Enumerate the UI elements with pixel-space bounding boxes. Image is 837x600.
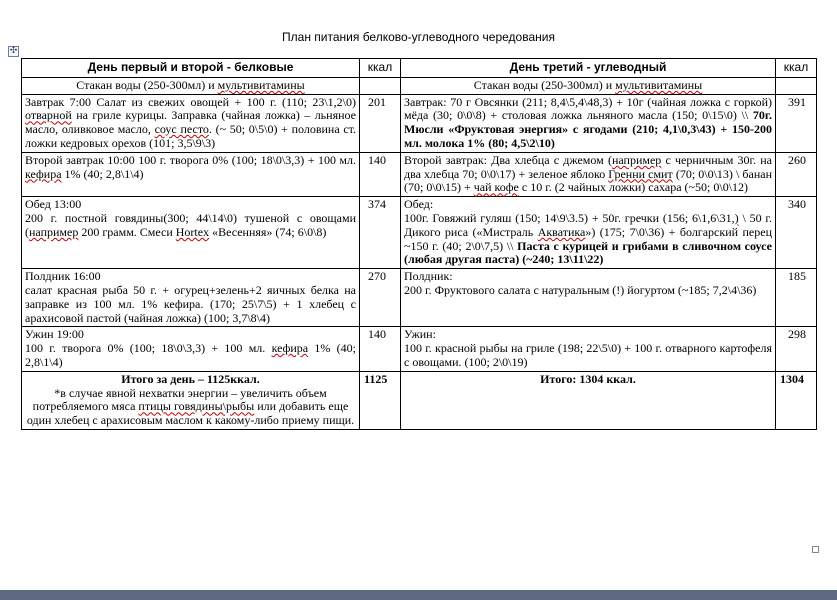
table-row: Ужин 19:00 100 г. творога 0% (100; 18\0\3… (21, 326, 817, 372)
table-row: Второй завтрак 10:00 100 г. творога 0% (… (21, 151, 817, 198)
totals-protein-kcal: 1125 (359, 370, 401, 430)
breakfast-carb: Завтрак: 70 г Овсянки (211; 8,4\5,4\48,3… (400, 93, 776, 153)
lunch-carb-kcal: 340 (775, 196, 817, 270)
water-cell-left: Стакан воды (250-300мл) и мультивитамины (21, 76, 360, 95)
lunch-protein-kcal: 374 (359, 196, 401, 270)
table-row: Обед 13:00 200 г. постной говядины(300; 4… (21, 196, 817, 270)
dinner-carb-kcal: 298 (775, 326, 817, 372)
second-breakfast-protein: Второй завтрак 10:00 100 г. творога 0% (… (21, 151, 360, 198)
snack-protein: Полдник 16:00 салат красная рыба 50 г. + … (21, 268, 360, 328)
snack-carb: Полдник: 200 г. Фруктового салата с натур… (400, 268, 776, 328)
snack-protein-kcal: 270 (359, 268, 401, 328)
water-kcal-right (775, 76, 817, 95)
breakfast-protein-kcal: 201 (359, 93, 401, 153)
table-row: Полдник 16:00 салат красная рыба 50 г. + … (21, 268, 817, 328)
header-kcal-left: ккал (359, 58, 401, 78)
dinner-carb: Ужин: 100 г. красной рыбы на гриле (198; … (400, 326, 776, 372)
water-row: Стакан воды (250-300мл) и мультивитамины… (21, 76, 817, 95)
second-breakfast-carb-kcal: 260 (775, 151, 817, 198)
water-cell-right: Стакан воды (250-300мл) и мультивитамины (400, 76, 776, 95)
table-row: Завтрак 7:00 Салат из свежих овощей + 10… (21, 93, 817, 153)
dinner-protein: Ужин 19:00 100 г. творога 0% (100; 18\0\3… (21, 326, 360, 372)
water-kcal-left (359, 76, 401, 95)
dinner-protein-kcal: 140 (359, 326, 401, 372)
header-kcal-right: ккал (775, 58, 817, 78)
second-breakfast-protein-kcal: 140 (359, 151, 401, 198)
totals-carb-kcal: 1304 (775, 370, 817, 430)
totals-row: Итого за день – 1125ккал. *в случае явной… (21, 370, 817, 430)
second-breakfast-carb: Второй завтрак: Два хлебца с джемом (нап… (400, 151, 776, 198)
meal-plan-table: День первый и второй - белковые ккал Ден… (21, 58, 817, 430)
table-resize-handle-icon[interactable] (812, 546, 819, 553)
snack-carb-kcal: 185 (775, 268, 817, 328)
table-header-row: День первый и второй - белковые ккал Ден… (21, 58, 817, 78)
page-title: План питания белково-углеводного чередов… (282, 30, 555, 44)
header-carb-day: День третий - углеводный (400, 58, 776, 78)
breakfast-protein: Завтрак 7:00 Салат из свежих овощей + 10… (21, 93, 360, 153)
lunch-carb: Обед: 100г. Говяжий гуляш (150; 14\9\3.5)… (400, 196, 776, 270)
totals-carb: Итого: 1304 ккал. (400, 370, 776, 430)
header-protein-days: День первый и второй - белковые (21, 58, 360, 78)
table-move-handle-icon[interactable]: ✣ (8, 46, 19, 57)
lunch-protein: Обед 13:00 200 г. постной говядины(300; 4… (21, 196, 360, 270)
totals-protein: Итого за день – 1125ккал. *в случае явной… (21, 370, 360, 430)
window-bottom-edge (0, 590, 837, 600)
breakfast-carb-kcal: 391 (775, 93, 817, 153)
